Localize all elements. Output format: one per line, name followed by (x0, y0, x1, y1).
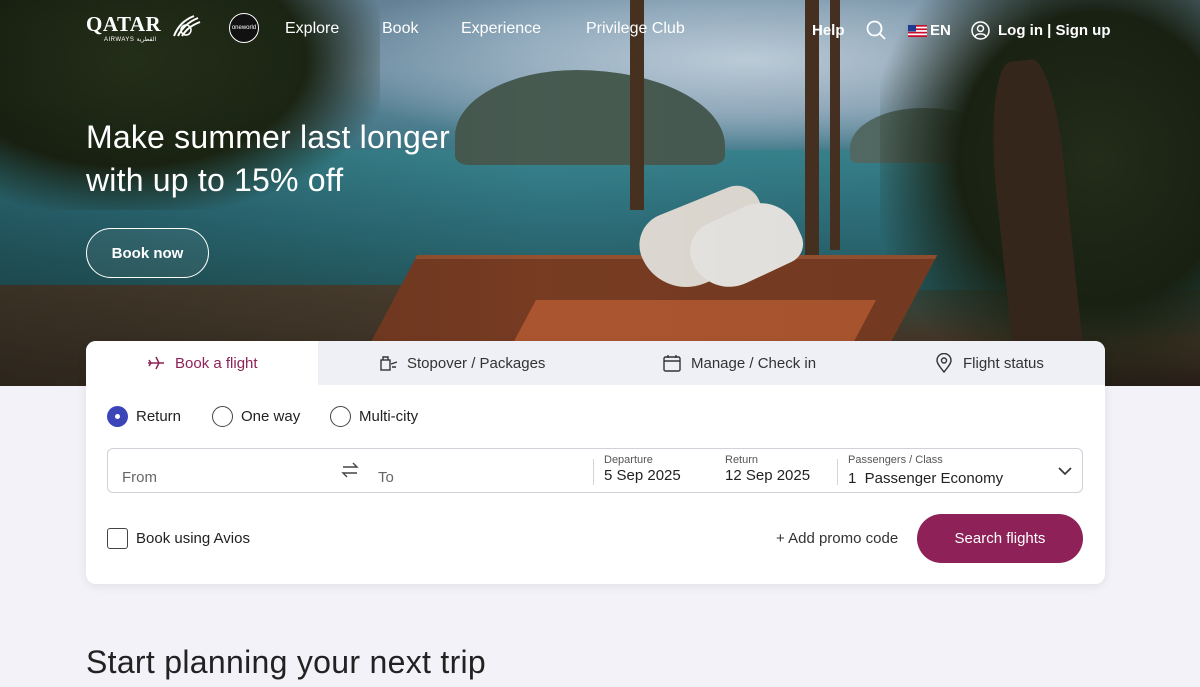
radio-label: Return (136, 408, 182, 425)
logo-wordmark: QATAR (86, 12, 162, 36)
swap-icon[interactable] (340, 460, 360, 480)
tab-label: Manage / Check in (691, 354, 817, 372)
logo-subtext: AIRWAYS القطرية (104, 37, 157, 43)
from-input[interactable]: From (122, 469, 157, 486)
passengers-label: Passengers / Class (848, 454, 943, 466)
login-signup-link[interactable]: Log in | Sign up (998, 22, 1111, 39)
nav-explore[interactable]: Explore (285, 20, 339, 38)
return-date[interactable]: 12 Sep 2025 (725, 467, 810, 484)
radio-multi-city[interactable]: Multi-city (330, 406, 418, 427)
nav-privilege-club[interactable]: Privilege Club (586, 20, 685, 38)
hero-headline: Make summer last longer with up to 15% o… (86, 116, 450, 202)
language-selector[interactable]: EN (930, 22, 951, 39)
nav-experience[interactable]: Experience (461, 20, 541, 38)
departure-date[interactable]: 5 Sep 2025 (604, 467, 681, 484)
return-label: Return (725, 454, 759, 466)
radio-indicator (330, 406, 351, 427)
search-flights-button[interactable]: Search flights (917, 514, 1083, 563)
calendar-icon (663, 355, 681, 372)
radio-label: One way (241, 408, 301, 425)
avios-checkbox[interactable]: Book using Avios (107, 528, 250, 549)
field-divider (837, 459, 838, 485)
field-divider (593, 459, 594, 485)
search-icon[interactable] (866, 20, 886, 40)
booking-widget: Book a flight Stopover / Packages Manage… (86, 341, 1105, 584)
tab-label: Flight status (963, 354, 1044, 372)
hero-headline-line2: with up to 15% off (86, 162, 344, 198)
user-icon[interactable] (971, 21, 990, 40)
tab-manage-check-in[interactable]: Manage / Check in (662, 341, 816, 385)
avios-label: Book using Avios (136, 530, 250, 547)
site-header: QATAR AIRWAYS القطرية oneworld Explore B… (0, 0, 1200, 64)
radio-label: Multi-city (359, 408, 419, 425)
hero-headline-line1: Make summer last longer (86, 119, 450, 155)
tab-book-a-flight[interactable]: Book a flight (86, 341, 318, 385)
tab-stopover-packages[interactable]: Stopover / Packages (378, 341, 545, 385)
flight-search-fields: From To Departure 5 Sep 2025 Return 12 S… (107, 448, 1083, 493)
help-link[interactable]: Help (812, 22, 845, 39)
us-flag-icon[interactable] (908, 25, 927, 37)
add-promo-code-link[interactable]: + Add promo code (776, 530, 898, 547)
nav-book[interactable]: Book (382, 20, 418, 38)
plane-icon (148, 356, 164, 370)
luggage-icon (380, 356, 398, 371)
to-input[interactable]: To (378, 469, 394, 486)
passengers-class-select[interactable]: 1 Passenger Economy (848, 470, 1003, 487)
book-now-button[interactable]: Book now (86, 228, 209, 278)
location-pin-icon (936, 353, 952, 373)
departure-label: Departure (604, 454, 653, 466)
radio-return[interactable]: Return (107, 406, 181, 427)
radio-indicator (107, 406, 128, 427)
qatar-airways-logo[interactable]: QATAR AIRWAYS القطرية (86, 12, 204, 44)
tab-label: Book a flight (175, 354, 258, 372)
oryx-icon (173, 15, 201, 37)
section-title: Start planning your next trip (86, 644, 487, 680)
checkbox-box (107, 528, 128, 549)
tab-label: Stopover / Packages (407, 354, 546, 372)
tab-flight-status[interactable]: Flight status (934, 341, 1044, 385)
radio-one-way[interactable]: One way (212, 406, 300, 427)
radio-indicator (212, 406, 233, 427)
booking-tabs: Book a flight Stopover / Packages Manage… (86, 341, 1105, 385)
oneworld-badge: oneworld (229, 13, 259, 43)
chevron-down-icon[interactable] (1057, 463, 1073, 479)
